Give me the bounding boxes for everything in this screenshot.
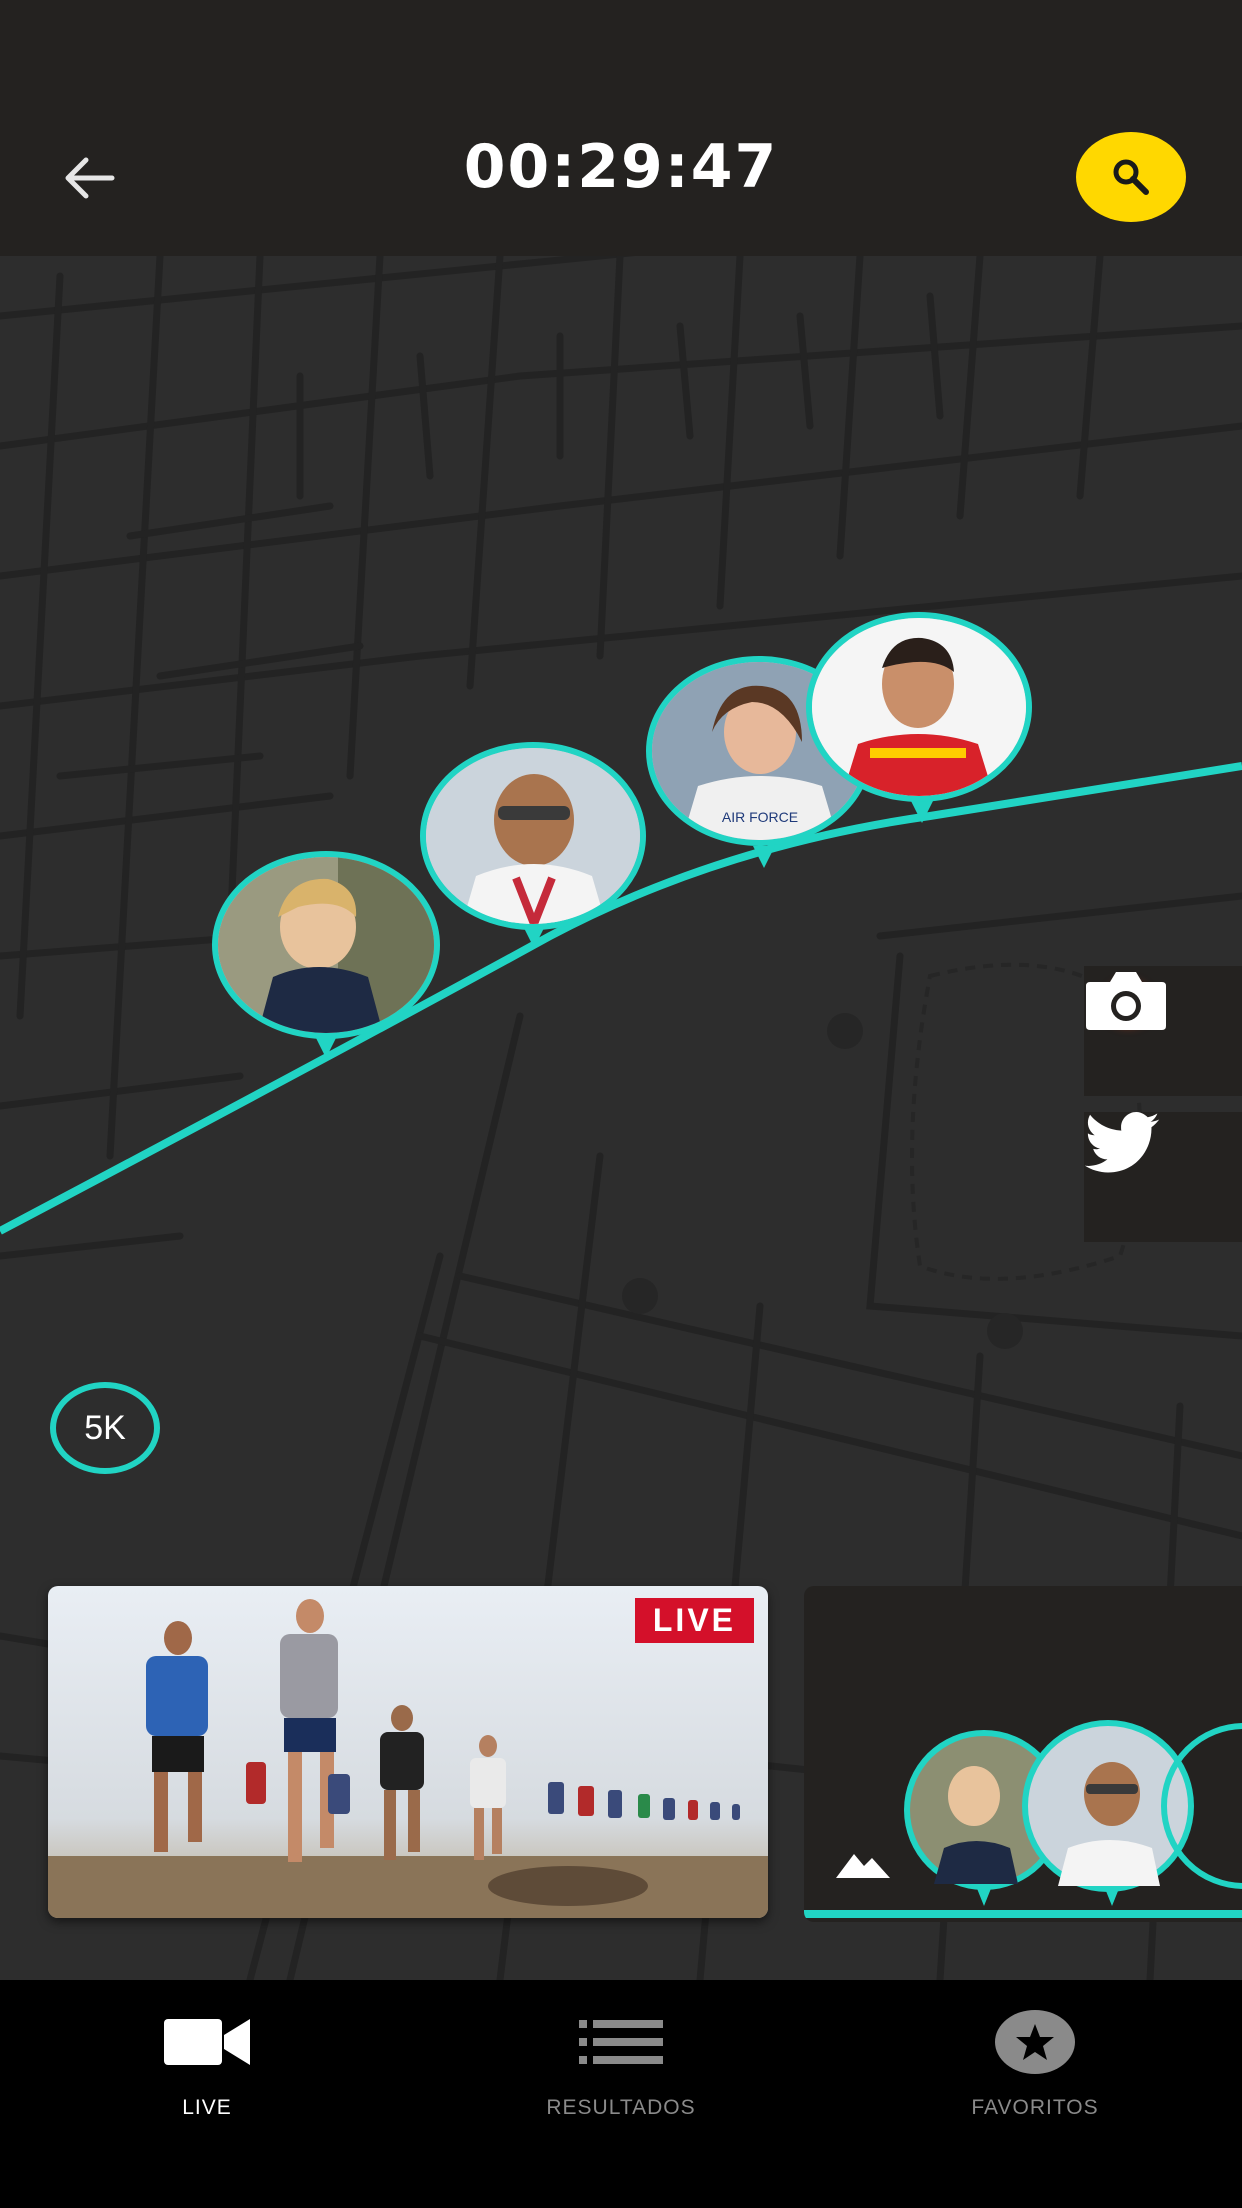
twitter-button[interactable]: [1084, 1112, 1242, 1242]
nav-favoritos-label: FAVORITOS: [971, 2096, 1099, 2119]
camera-button[interactable]: [1084, 966, 1242, 1096]
svg-text:AIR FORCE: AIR FORCE: [722, 809, 798, 825]
twitter-icon: [1084, 1112, 1160, 1173]
search-button[interactable]: [1076, 132, 1186, 222]
nav-resultados-label: RESULTADOS: [546, 2096, 696, 2119]
runner-avatar[interactable]: [806, 612, 1032, 802]
star-icon: [995, 2010, 1075, 2074]
km-marker: 5K: [50, 1382, 160, 1474]
runner-pin: [315, 1036, 337, 1058]
map-preview-card[interactable]: [804, 1586, 1242, 1922]
camera-icon: [1086, 972, 1166, 1030]
race-timer: 00:29:47: [463, 132, 779, 202]
top-bar: 00:29:47: [0, 0, 1242, 256]
nav-live-label: LIVE: [182, 2096, 232, 2119]
app-screen: 00:29:47 AIR FORCE 5K LIVE LIVE RESULTAD…: [0, 0, 1242, 2208]
video-camera-icon: [164, 2019, 250, 2065]
runner-avatar[interactable]: [420, 742, 646, 930]
runner-pin: [753, 846, 775, 868]
nav-resultados[interactable]: RESULTADOS: [414, 1980, 828, 2208]
search-icon: [1113, 159, 1149, 195]
nav-favoritos[interactable]: FAVORITOS: [828, 1980, 1242, 2208]
live-badge: LIVE: [634, 1598, 754, 1643]
runner-pin: [911, 801, 933, 823]
bottom-navigation: LIVE RESULTADOS FAVORITOS: [0, 1980, 1242, 2208]
runner-avatar[interactable]: [212, 851, 440, 1039]
mountain-icon: [836, 1854, 890, 1878]
live-video-card[interactable]: LIVE: [48, 1586, 768, 1918]
list-icon: [579, 2020, 663, 2064]
nav-live[interactable]: LIVE: [0, 1980, 414, 2208]
